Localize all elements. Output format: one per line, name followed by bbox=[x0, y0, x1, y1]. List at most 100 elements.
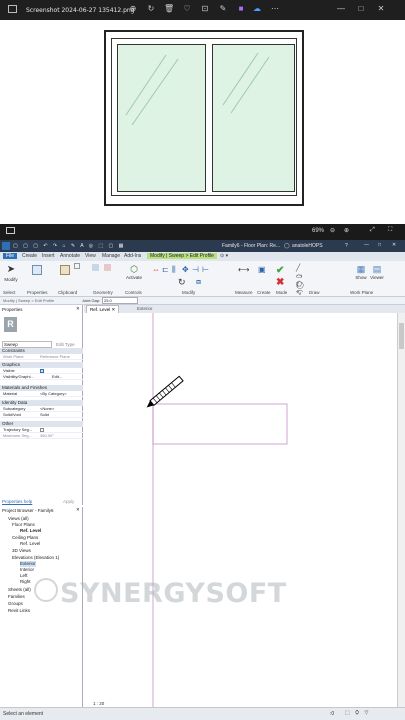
apply-button[interactable]: Apply bbox=[63, 499, 74, 504]
edit-type-button[interactable]: Edit Type bbox=[56, 342, 75, 347]
move-icon[interactable]: ✥ bbox=[182, 265, 192, 275]
draw-pick-icon[interactable]: ⌇ ⌒ bbox=[296, 281, 306, 298]
create-similar-icon[interactable]: ▣ bbox=[258, 265, 268, 275]
modify-button[interactable]: ➤ Modify bbox=[3, 263, 19, 287]
glass-reflection-left bbox=[125, 54, 179, 126]
material-value[interactable]: <By Category> bbox=[40, 391, 67, 397]
quick-access-toolbar[interactable]: ▢ ▢ ▢ ↶ ↷ ⌂ ✎ A ◎ ⬚ ▢ ▦ bbox=[13, 243, 125, 249]
viewer-button[interactable]: ▤ Viewer bbox=[369, 263, 385, 280]
trajectory-checkbox[interactable] bbox=[40, 428, 44, 432]
minimize-icon[interactable]: — bbox=[364, 242, 369, 248]
selection-filter-icons[interactable]: ⬚ ⛭ ▽ bbox=[345, 710, 370, 716]
tree-families[interactable]: Families bbox=[8, 594, 25, 600]
properties-icon[interactable] bbox=[32, 265, 42, 275]
tab-file[interactable]: File bbox=[3, 253, 18, 259]
view-tabs: Ref. Level ✕ Exterior bbox=[84, 305, 405, 313]
material-label: Material bbox=[3, 391, 18, 396]
tree-groups[interactable]: Groups bbox=[8, 601, 23, 607]
minimize-icon[interactable]: — bbox=[336, 4, 346, 14]
view-scale[interactable]: 1 : 20 bbox=[93, 701, 104, 706]
more-options-icon[interactable]: ⋯ bbox=[270, 4, 280, 14]
clipchamp-icon[interactable]: ■ bbox=[236, 4, 246, 14]
ribbon-toggle-icon[interactable]: ⊙ ▾ bbox=[220, 253, 228, 259]
fullscreen-icon[interactable]: ⛶ bbox=[388, 227, 392, 234]
image-icon bbox=[8, 5, 17, 13]
join-icon[interactable] bbox=[92, 264, 99, 271]
crop-icon[interactable]: ⊡ bbox=[200, 4, 210, 14]
panel-select[interactable]: Select bbox=[3, 290, 16, 295]
tab-annotate[interactable]: Annotate bbox=[60, 253, 80, 259]
onedrive-icon[interactable]: ☁ bbox=[252, 4, 262, 14]
rotate-icon[interactable]: ↻ bbox=[178, 277, 188, 287]
revit-logo-icon[interactable] bbox=[2, 242, 10, 250]
solid-void-label: Solid/Void bbox=[3, 412, 21, 417]
cut-geometry-icon[interactable] bbox=[104, 264, 111, 271]
constraints-group[interactable]: Constraints bbox=[0, 348, 83, 354]
tree-floor-plan-ref-level[interactable]: Ref. Level bbox=[20, 528, 41, 534]
browser-close-icon[interactable]: ✕ bbox=[76, 507, 80, 513]
activate-button[interactable]: ⬡ Activate bbox=[124, 263, 144, 280]
help-icon[interactable]: ? bbox=[345, 243, 348, 249]
visibility-edit-button[interactable]: Edit... bbox=[52, 374, 62, 380]
scale-icon[interactable]: ⧈ bbox=[196, 277, 206, 287]
properties-header: Properties bbox=[2, 307, 23, 312]
tree-sheets[interactable]: Sheets (all) bbox=[8, 587, 31, 593]
vertical-scrollbar[interactable] bbox=[397, 313, 405, 707]
offset-icon[interactable]: ⊏ bbox=[162, 265, 172, 275]
max-segment-value[interactable]: 360.00° bbox=[40, 433, 54, 439]
delete-icon[interactable]: 🗑 bbox=[164, 4, 174, 14]
tree-elevation-right[interactable]: Right bbox=[20, 579, 31, 585]
rotate-icon[interactable]: ↻ bbox=[146, 4, 156, 14]
maximize-icon[interactable]: □ bbox=[356, 4, 366, 14]
properties-help-link[interactable]: Properties help bbox=[2, 499, 32, 504]
tab-manage[interactable]: Manage bbox=[102, 253, 120, 259]
user-icon[interactable]: ◯ bbox=[284, 243, 290, 249]
show-button[interactable]: ▦ Show bbox=[354, 263, 368, 280]
display-icon[interactable] bbox=[6, 227, 15, 234]
paste-icon[interactable] bbox=[60, 265, 70, 275]
type-selector[interactable]: Sweep bbox=[2, 341, 52, 348]
properties-close-icon[interactable]: ✕ bbox=[76, 306, 80, 312]
scroll-thumb[interactable] bbox=[399, 323, 404, 349]
measure-icon[interactable]: ⟷ bbox=[238, 265, 249, 275]
tab-add-ins[interactable]: Add-Ins bbox=[124, 253, 141, 259]
zoom-out-icon[interactable]: ⊖ bbox=[330, 227, 335, 234]
align-icon[interactable]: ⇔ bbox=[152, 265, 162, 275]
tree-revit-links[interactable]: Revit Links bbox=[8, 608, 30, 614]
cut-icon[interactable] bbox=[74, 263, 80, 269]
zoom-icon[interactable]: ⊕ bbox=[128, 4, 138, 14]
modify-button-label: Modify bbox=[4, 277, 18, 282]
tree-3d-views[interactable]: 3D Views bbox=[12, 548, 31, 554]
cancel-edit-mode-icon[interactable]: ✖ bbox=[276, 277, 286, 288]
split-icon[interactable]: ⊢ bbox=[202, 265, 212, 275]
edit-icon[interactable]: ✎ bbox=[218, 4, 228, 14]
close-icon[interactable]: ✕ bbox=[392, 242, 396, 248]
tab-modify-sweep-edit-profile[interactable]: Modify | Sweep > Edit Profile bbox=[147, 253, 217, 259]
favorite-icon[interactable]: ♡ bbox=[182, 4, 192, 14]
solid-void-row: Solid/Void Solid bbox=[0, 412, 83, 418]
solid-void-value[interactable]: Solid bbox=[40, 412, 49, 418]
close-icon[interactable]: ✕ bbox=[376, 4, 386, 14]
show-button-label: Show bbox=[355, 275, 367, 280]
ribbon-tabs: File Create Insert Annotate View Manage … bbox=[0, 252, 405, 261]
options-context: Modify | Sweep > Edit Profile bbox=[3, 298, 55, 303]
properties-palette: Properties ✕ R Sweep Edit Type Work Plan… bbox=[0, 305, 83, 505]
tree-ceiling-plan-ref-level[interactable]: Ref. Level bbox=[20, 541, 40, 547]
visibility-graphics-label: Visibility/Graphi... bbox=[3, 374, 34, 379]
panel-properties: Properties bbox=[27, 290, 48, 295]
zoom-in-icon[interactable]: ⊕ bbox=[344, 227, 349, 234]
fit-icon[interactable]: ⤢ bbox=[370, 227, 375, 234]
finish-edit-mode-icon[interactable]: ✔ bbox=[276, 265, 286, 276]
maximize-icon[interactable]: □ bbox=[378, 242, 381, 248]
mirror-icon[interactable]: ⫼ bbox=[172, 265, 182, 275]
view-tab-exterior[interactable]: Exterior bbox=[134, 305, 156, 312]
tab-insert[interactable]: Insert bbox=[42, 253, 55, 259]
tab-view[interactable]: View bbox=[85, 253, 96, 259]
user-name[interactable]: anatoleHOPS bbox=[292, 243, 323, 249]
trim-icon[interactable]: ⊣ bbox=[192, 265, 202, 275]
tab-create[interactable]: Create bbox=[22, 253, 37, 259]
view-tab-ref-level[interactable]: Ref. Level ✕ bbox=[86, 305, 120, 313]
joint-gap-input[interactable]: 25.0 bbox=[102, 297, 138, 304]
drawing-canvas[interactable]: 1 : 20 bbox=[84, 313, 397, 707]
visible-checkbox[interactable] bbox=[40, 369, 44, 373]
